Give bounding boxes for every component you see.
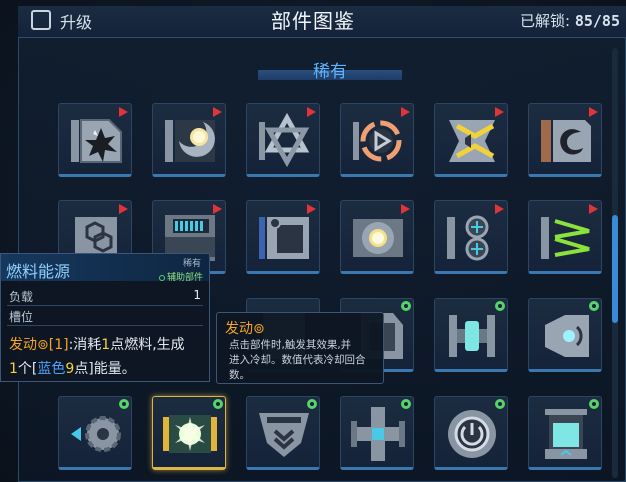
new-flag-icon xyxy=(307,107,316,117)
section-title-rare: 稀有 xyxy=(313,62,347,82)
gear-badge-icon xyxy=(401,399,411,409)
keyword-line: 进入冷却。数值代表冷却回合 xyxy=(229,354,366,366)
new-flag-icon xyxy=(495,204,504,214)
dragon-emblem-part-icon xyxy=(541,120,591,162)
part-tile-gear-frame[interactable] xyxy=(246,200,320,274)
part-detail-tooltip: 燃料能源 稀有 辅助部件 负载 1 槽位 发动⊚[1]:消耗1点燃料,生成 1个… xyxy=(0,253,210,382)
part-tile-star[interactable] xyxy=(246,103,320,177)
effect-line-1: 发动⊚[1]:消耗1点燃料,生成 xyxy=(9,334,185,354)
slot-label: 槽位 xyxy=(9,310,34,324)
effect-text: 点]能量。 xyxy=(74,361,136,377)
gear-badge-icon xyxy=(119,399,129,409)
liquid-tank-part-icon xyxy=(545,409,587,459)
yellow-core-gear-part-icon xyxy=(353,219,403,257)
effect-number: 1 xyxy=(9,361,18,377)
new-flag-icon xyxy=(589,204,598,214)
part-kind: 辅助部件 xyxy=(158,270,203,283)
new-flag-icon xyxy=(307,204,316,214)
effect-cost: [1] xyxy=(48,337,69,353)
part-tile-play-ring[interactable] xyxy=(340,103,414,177)
gear-badge-icon: ⊚ xyxy=(253,321,265,337)
arrow-gear-part-icon xyxy=(71,416,121,452)
slot-row: 槽位 xyxy=(9,308,201,325)
part-tile-shield-chevron[interactable] xyxy=(246,396,320,470)
scrollbar-thumb[interactable] xyxy=(612,215,618,323)
effect-keyword[interactable]: 发动 xyxy=(9,337,37,353)
part-tile-chevron[interactable] xyxy=(434,103,508,177)
keyword-description: 点击部件时,触发其效果,并 进入冷却。数值代表冷却回合 数。 xyxy=(229,338,381,383)
new-flag-icon xyxy=(213,107,222,117)
effect-text: 个[ xyxy=(17,361,38,377)
part-tile-moon-light[interactable] xyxy=(152,103,226,177)
cyan-tube-part-icon xyxy=(449,315,495,357)
part-rarity: 稀有 xyxy=(182,259,201,269)
new-flag-icon xyxy=(401,107,410,117)
part-tile-cyan-tube[interactable] xyxy=(434,298,508,372)
part-tile-twin-crosshair[interactable] xyxy=(434,200,508,274)
load-label: 负载 xyxy=(9,290,34,304)
part-name: 燃料能源 xyxy=(6,262,71,281)
part-tile-yellow-core[interactable] xyxy=(340,200,414,274)
effect-number: 9 xyxy=(65,361,75,377)
gear-badge-icon xyxy=(307,399,317,409)
load-row: 负载 1 xyxy=(9,288,201,305)
new-flag-icon xyxy=(119,107,128,117)
star-of-david-part-icon xyxy=(259,112,310,168)
new-flag-icon xyxy=(495,107,504,117)
gear-badge-icon: ⊚ xyxy=(37,337,49,353)
speaker-part-icon xyxy=(545,315,589,357)
gear-badge-icon xyxy=(495,399,505,409)
unlocked-label: 已解锁: xyxy=(520,12,571,30)
keyword-line: 数。 xyxy=(229,369,250,381)
shield-chevron-part-icon xyxy=(259,413,309,457)
unlocked-value: 85/85 xyxy=(574,12,620,30)
energy-burst-part-icon xyxy=(163,415,217,453)
part-tile-liquid-tank[interactable] xyxy=(528,396,602,470)
keyword-title-text: 发动 xyxy=(225,321,253,337)
gear-frame-part-icon xyxy=(259,217,309,259)
part-tile-dragon[interactable] xyxy=(528,103,602,177)
gear-badge-icon xyxy=(589,399,599,409)
new-flag-icon xyxy=(213,204,222,214)
effect-text: 点燃料,生成 xyxy=(110,337,185,353)
unlocked-counter: 已解锁: 85/85 xyxy=(520,10,620,31)
effect-text: :消耗 xyxy=(68,337,102,353)
part-tile-energy-burst[interactable] xyxy=(152,396,226,470)
keyword-tooltip: 发动⊚ 点击部件时,触发其效果,并 进入冷却。数值代表冷却回合 数。 xyxy=(216,312,384,384)
part-tile-green-arrows[interactable] xyxy=(528,200,602,274)
twin-crosshair-part-icon xyxy=(447,215,489,261)
gear-badge-icon xyxy=(213,399,223,409)
divider xyxy=(7,325,203,326)
effect-line-2: 1个[蓝色9点]能量。 xyxy=(9,358,136,378)
part-tile-arrow-gear[interactable] xyxy=(58,396,132,470)
gear-badge-icon xyxy=(401,301,411,311)
part-tile-cross-junction[interactable] xyxy=(340,396,414,470)
moon-light-part-icon xyxy=(165,120,215,162)
gear-badge-icon xyxy=(158,274,165,281)
part-kind-label: 辅助部件 xyxy=(166,273,203,283)
gear-badge-icon xyxy=(495,301,505,311)
new-flag-icon xyxy=(401,204,410,214)
gear-badge-icon xyxy=(589,301,599,311)
keyword-line: 点击部件时,触发其效果,并 xyxy=(229,339,352,351)
power-dial-part-icon xyxy=(448,410,496,458)
new-flag-icon xyxy=(119,204,128,214)
part-tile-speaker[interactable] xyxy=(528,298,602,372)
yellow-chevron-part-icon xyxy=(449,120,495,162)
new-flag-icon xyxy=(589,107,598,117)
cross-junction-part-icon xyxy=(351,407,405,461)
explosion-part-icon xyxy=(71,119,122,163)
effect-number: 1 xyxy=(101,337,111,353)
play-ring-part-icon xyxy=(353,120,402,162)
part-tile-power-dial[interactable] xyxy=(434,396,508,470)
load-value: 1 xyxy=(193,288,201,302)
green-arrows-part-icon xyxy=(541,217,590,259)
divider xyxy=(7,305,203,306)
keyword-title: 发动⊚ xyxy=(225,318,265,338)
energy-color: 蓝色 xyxy=(37,361,66,377)
part-tile-explosion[interactable] xyxy=(58,103,132,177)
